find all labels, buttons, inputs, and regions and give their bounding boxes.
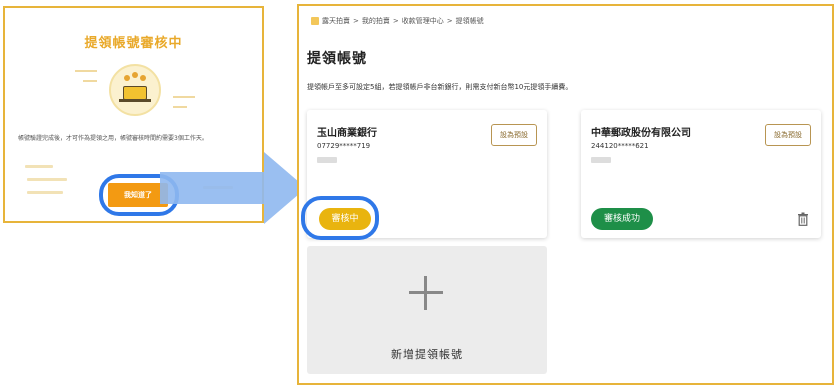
trash-icon[interactable] xyxy=(797,212,809,226)
breadcrumb-separator: > xyxy=(353,17,359,25)
breadcrumb-separator: > xyxy=(446,17,453,25)
add-account-card[interactable]: 新增提領帳號 xyxy=(307,246,547,374)
home-icon xyxy=(311,17,319,25)
bank-name: 中華郵政股份有限公司 xyxy=(591,128,691,139)
breadcrumb-separator: > xyxy=(392,17,399,25)
modal-title: 提領帳號審核中 xyxy=(84,36,183,51)
set-default-button[interactable]: 設為預設 xyxy=(491,124,537,146)
breadcrumb-item: 提領帳號 xyxy=(455,17,484,25)
decoration-line xyxy=(173,106,187,108)
decoration-line xyxy=(25,165,53,168)
breadcrumb: 露天拍賣 > 我的拍賣 > 收款管理中心 > 提領帳號 xyxy=(311,16,484,26)
decoration-line xyxy=(27,178,67,181)
modal-message: 帳號驗證完成後，才可作為提領之用，帳號審核時間約需要3個工作天。 xyxy=(18,135,208,142)
account-number: 244120*****621 xyxy=(591,142,649,150)
confirm-button[interactable]: 我知道了 xyxy=(108,183,168,207)
breadcrumb-item[interactable]: 我的拍賣 xyxy=(362,16,390,26)
breadcrumb-item[interactable]: 收款管理中心 xyxy=(402,16,444,26)
page-title: 提領帳號 xyxy=(307,51,367,67)
decoration-line xyxy=(27,191,63,194)
masked-name xyxy=(591,157,611,163)
plus-icon xyxy=(409,276,443,310)
withdrawal-accounts-page: 露天拍賣 > 我的拍賣 > 收款管理中心 > 提領帳號 提領帳號 提領帳戶至多可… xyxy=(297,4,834,385)
set-default-button[interactable]: 設為預設 xyxy=(765,124,811,146)
account-number: 07729*****719 xyxy=(317,142,371,150)
right-arrow-icon xyxy=(160,152,306,224)
account-card: 玉山商業銀行 07729*****719 設為預設 審核中 xyxy=(301,110,547,240)
page-description: 提領帳戶至多可設定5組，若提領帳戶非台新銀行，則需支付新台幣10元提領手續費。 xyxy=(307,83,573,91)
review-illustration-icon xyxy=(109,64,161,116)
breadcrumb-item[interactable]: 露天拍賣 xyxy=(322,16,350,26)
bank-name: 玉山商業銀行 xyxy=(317,128,377,139)
status-badge-pending: 審核中 xyxy=(319,208,371,230)
decoration-line xyxy=(173,96,195,98)
account-card: 中華郵政股份有限公司 244120*****621 設為預設 審核成功 xyxy=(581,110,821,238)
status-badge-approved: 審核成功 xyxy=(591,208,653,230)
add-account-label: 新增提領帳號 xyxy=(391,348,463,361)
decoration-line xyxy=(83,80,97,82)
decoration-line xyxy=(75,70,97,72)
masked-name xyxy=(317,157,337,163)
